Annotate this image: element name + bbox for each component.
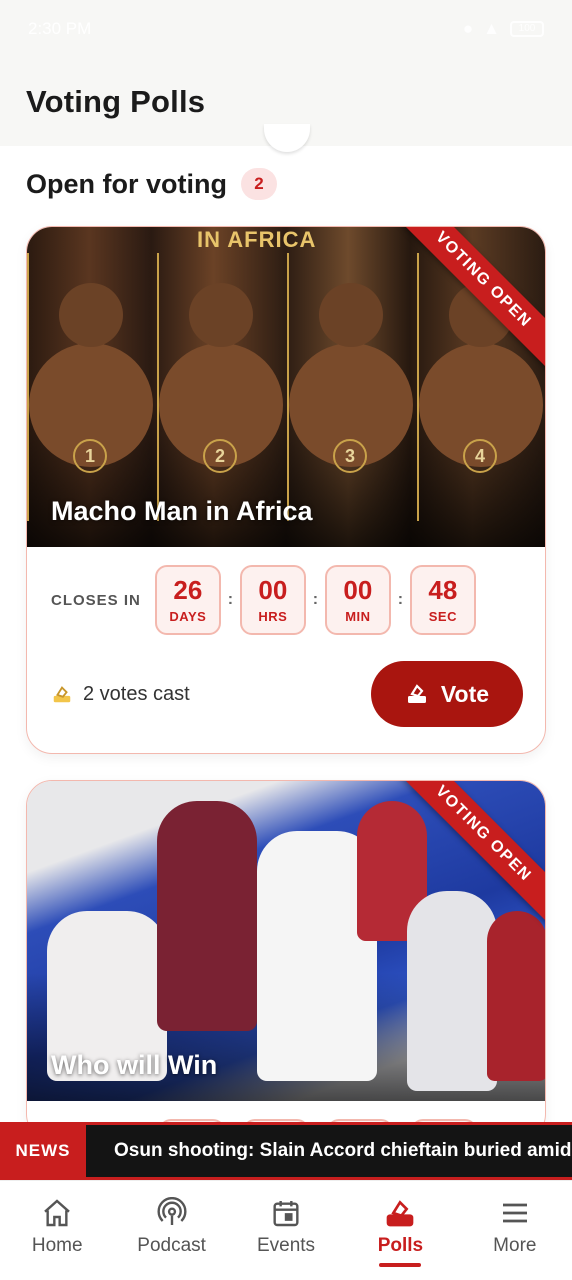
poll-banner-text: IN AFRICA	[197, 227, 317, 252]
athlete-figure	[407, 891, 497, 1091]
athlete-figure	[487, 911, 545, 1081]
status-bar: 2:30 PM ● ▲ 100	[0, 0, 572, 58]
ballot-icon	[53, 686, 71, 703]
section-title: Open for voting	[26, 168, 227, 199]
refresh-indicator	[264, 124, 310, 152]
countdown: CLOSES IN 26 DAYS : 00 HRS : 00 MIN : 48 SEC	[27, 547, 545, 635]
bottom-nav: Home Podcast Events Polls More	[0, 1180, 572, 1280]
poll-image[interactable]: IN AFRICA 1 2 3 4 Voting Open Macho Man …	[27, 227, 545, 547]
votes-cast-text: 2 votes cast	[83, 682, 190, 705]
separator: :	[227, 591, 234, 608]
poll-card[interactable]: Voting Open Who will Win	[26, 780, 546, 1140]
votes-cast: 2 votes cast	[51, 683, 190, 706]
wifi-icon: ●	[462, 19, 474, 38]
vote-button-label: Vote	[440, 680, 490, 707]
countdown-hours: 00 HRS	[239, 565, 306, 635]
contestant-panel: 2	[157, 253, 281, 521]
page-title: Voting Polls	[26, 84, 206, 119]
section-header: Open for voting 2	[26, 168, 277, 200]
menu-icon	[502, 1203, 527, 1223]
poll-card[interactable]: IN AFRICA 1 2 3 4 Voting Open Macho Man …	[26, 226, 546, 754]
nav-events[interactable]: Events	[229, 1181, 343, 1280]
poll-image[interactable]: Voting Open Who will Win	[27, 781, 545, 1101]
contestant-panel: 3	[287, 253, 411, 521]
poll-title: Macho Man in Africa	[51, 496, 313, 526]
calendar-icon	[273, 1201, 299, 1227]
separator: :	[312, 591, 319, 608]
status-icons: ● ▲ 100	[463, 19, 544, 39]
vote-button[interactable]: Vote	[371, 661, 523, 727]
nav-home[interactable]: Home	[0, 1181, 114, 1280]
news-headline[interactable]: Osun shooting: Slain Accord chieftain bu…	[86, 1140, 572, 1162]
nav-more[interactable]: More	[458, 1181, 572, 1280]
countdown-minutes: 00 MIN	[324, 565, 391, 635]
poll-title: Who will Win	[51, 1050, 218, 1080]
vote-row: 2 votes cast Vote	[27, 635, 545, 727]
podcast-icon	[157, 1197, 187, 1225]
news-label: NEWS	[0, 1125, 86, 1177]
contestant-panel: 1	[27, 253, 151, 521]
status-time: 2:30 PM	[28, 19, 92, 38]
home-icon	[44, 1199, 71, 1227]
athlete-figure	[157, 801, 257, 1031]
signal-icon: ▲	[483, 19, 500, 38]
news-ticker[interactable]: NEWS Osun shooting: Slain Accord chiefta…	[0, 1122, 572, 1180]
battery-icon: 100	[510, 21, 544, 37]
polls-icon	[387, 1200, 414, 1227]
ballot-icon	[407, 684, 426, 703]
nav-polls[interactable]: Polls	[343, 1181, 457, 1280]
count-badge: 2	[240, 168, 277, 200]
active-indicator	[379, 1263, 422, 1267]
separator: :	[397, 591, 404, 608]
countdown-seconds: 48 SEC	[409, 565, 476, 635]
closes-in-label: CLOSES IN	[51, 591, 141, 609]
countdown-days: 26 DAYS	[154, 565, 221, 635]
nav-podcast[interactable]: Podcast	[114, 1181, 228, 1280]
